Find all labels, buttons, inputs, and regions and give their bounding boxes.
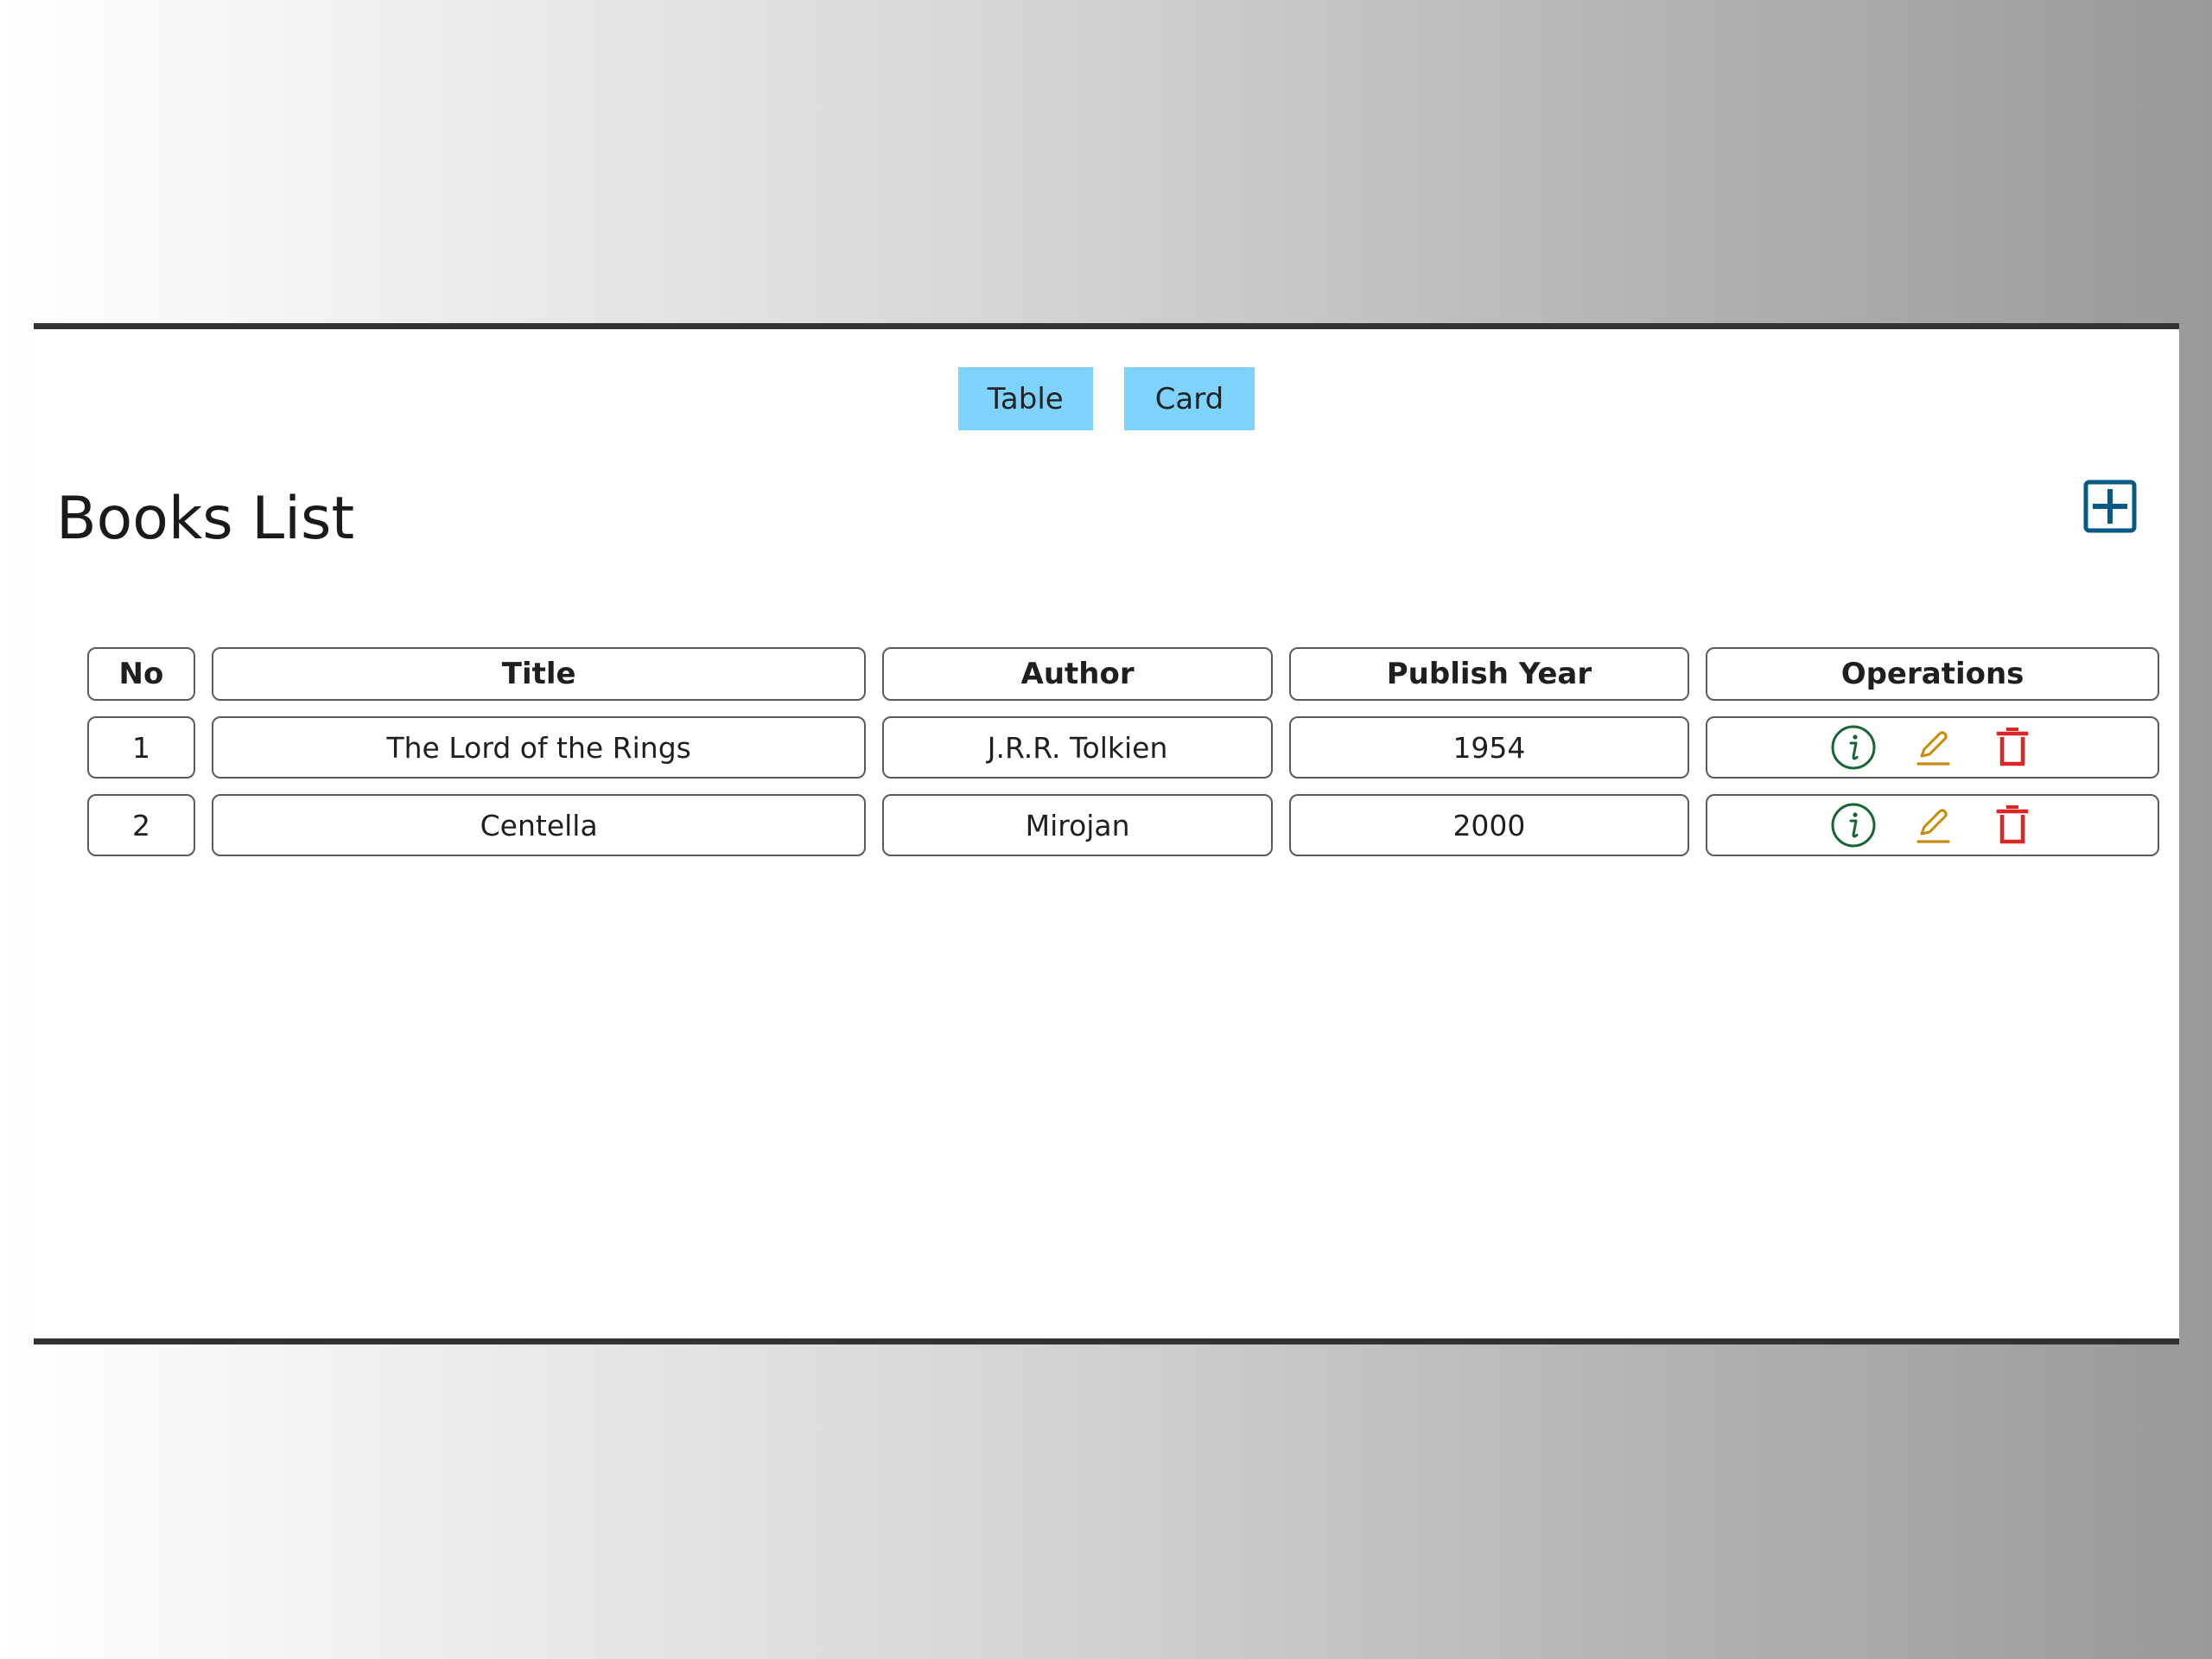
cell-author: Mirojan <box>882 794 1273 856</box>
cell-author: J.R.R. Tolkien <box>882 716 1273 779</box>
app-window: Table Card Books List No Title Author Pu… <box>34 323 2179 1344</box>
cell-title: The Lord of the Rings <box>211 716 867 779</box>
cell-publish-year: 2000 <box>1288 794 1690 856</box>
table-row: 1 The Lord of the Rings J.R.R. Tolkien 1… <box>87 716 2159 779</box>
cell-operations <box>1706 716 2159 779</box>
add-book-button[interactable] <box>2082 479 2138 534</box>
column-header-author: Author <box>882 647 1273 701</box>
cell-title: Centella <box>211 794 867 856</box>
table-header-row: No Title Author Publish Year Operations <box>87 647 2159 701</box>
view-toggle: Table Card <box>34 367 2179 430</box>
edit-pencil-icon[interactable] <box>1910 802 1956 849</box>
table-view-button[interactable]: Table <box>957 367 1093 430</box>
column-header-no: No <box>87 647 195 701</box>
plus-square-icon <box>2083 480 2137 533</box>
books-table: No Title Author Publish Year Operations … <box>71 632 2176 872</box>
cell-operations <box>1706 794 2159 856</box>
column-header-title: Title <box>211 647 867 701</box>
card-view-button[interactable]: Card <box>1123 367 1255 430</box>
trash-icon[interactable] <box>1989 724 2036 771</box>
table-row: 2 Centella Mirojan 2000 <box>87 794 2159 856</box>
edit-pencil-icon[interactable] <box>1910 724 1956 771</box>
column-header-operations: Operations <box>1706 647 2159 701</box>
page-title: Books List <box>56 485 355 553</box>
cell-no: 2 <box>87 794 195 856</box>
info-circle-icon[interactable] <box>1830 802 1877 849</box>
trash-icon[interactable] <box>1989 802 2036 849</box>
cell-publish-year: 1954 <box>1288 716 1690 779</box>
column-header-publish-year: Publish Year <box>1288 647 1690 701</box>
cell-no: 1 <box>87 716 195 779</box>
info-circle-icon[interactable] <box>1830 724 1877 771</box>
